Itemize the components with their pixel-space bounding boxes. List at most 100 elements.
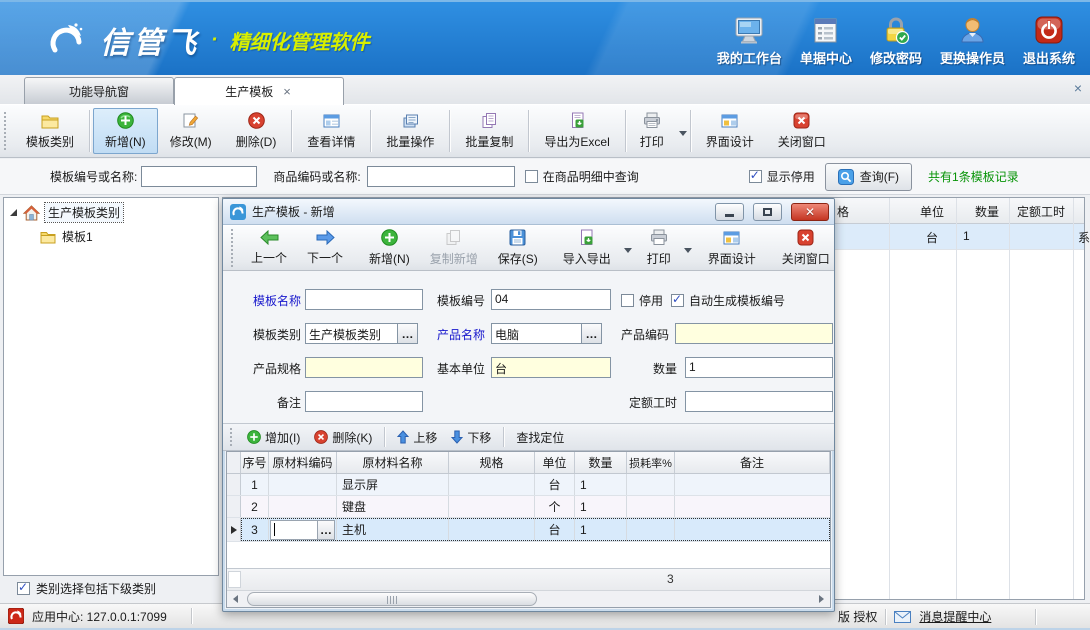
import-export-button[interactable]: 导入导出 [554,225,632,271]
switch-operator-button[interactable]: 更换操作员 [931,12,1014,75]
copy-new-button[interactable]: 复制新增 [420,225,488,271]
col-qty-header[interactable]: 数量 [975,203,999,220]
qty-input[interactable]: 1 [685,357,833,378]
autogen-checkbox[interactable] [671,294,684,307]
dialog-add-button[interactable]: 新增(N) [359,225,420,271]
note-column-header[interactable]: 备注 [675,452,830,473]
ui-design-button[interactable]: 界面设计 [694,108,766,154]
spec-column-header[interactable]: 规格 [449,452,535,473]
category-lookup-button[interactable]: … [397,323,418,344]
batch-copy-button[interactable]: 批量复制 [453,108,525,154]
exit-system-button[interactable]: 退出系统 [1014,12,1084,75]
product-search-input[interactable] [367,166,515,187]
dialog-close-window-button[interactable]: 关闭窗口 [772,225,835,271]
category-input[interactable]: 生产模板类别 [305,323,398,344]
material-row[interactable]: 2 键盘 个 1 [227,496,830,518]
copy-new-icon [445,229,462,246]
find-locate-button[interactable]: 查找定位 [510,427,570,448]
unit-column-header[interactable]: 单位 [535,452,575,473]
material-row[interactable]: 1 显示屏 台 1 [227,474,830,496]
print-button[interactable]: 打印 [629,108,687,154]
template-search-input[interactable] [141,166,257,187]
code-lookup-button[interactable]: … [317,521,334,539]
move-down-button[interactable]: 下移 [445,427,497,448]
search-in-detail-checkbox[interactable] [525,170,538,183]
product-lookup-button[interactable]: … [581,323,602,344]
product-name-input[interactable]: 电脑 [491,323,582,344]
previous-button[interactable]: 上一个 [241,225,297,271]
qty-column-header[interactable]: 数量 [575,452,627,473]
qty-cell: 1 [575,496,627,517]
stop-use-checkbox[interactable] [621,294,634,307]
document-center-button[interactable]: 单据中心 [791,12,861,75]
material-row-selected[interactable]: 3 … 主机 台 1 [227,518,830,542]
query-button[interactable]: 查询(F) [825,163,912,191]
tree-expander-icon[interactable] [10,209,17,216]
scrollbar-thumb[interactable] [247,592,537,606]
note-input[interactable] [305,391,423,412]
code-edit-input[interactable]: … [270,520,335,540]
col-unit-header[interactable]: 单位 [920,203,944,220]
tree-node-root[interactable]: 生产模板类别 [4,198,218,224]
dialog-ui-design-button[interactable]: 界面设计 [698,225,766,271]
message-center-link[interactable]: 消息提醒中心 [919,608,991,625]
show-disabled-checkbox[interactable] [749,170,762,183]
dialog-minimize-button[interactable] [715,203,744,221]
dialog-titlebar[interactable]: 生产模板 - 新增 ✕ [223,199,834,225]
batch-operation-button[interactable]: 批量操作 [374,108,446,154]
edit-button[interactable]: 修改(M) [158,108,224,154]
code-cell-editing[interactable]: … [269,518,337,541]
dialog-print-caret-icon[interactable] [684,248,692,253]
dialog-title: 生产模板 - 新增 [252,203,706,220]
move-up-button[interactable]: 上移 [391,427,443,448]
col-spec-header[interactable]: 格 [837,203,849,220]
product-code-input[interactable] [675,323,833,344]
product-spec-input[interactable] [305,357,423,378]
scroll-left-arrow-icon[interactable] [227,591,244,607]
view-detail-button[interactable]: 查看详情 [295,108,367,154]
change-password-button[interactable]: 修改密码 [861,12,931,75]
scrollbar-grip-icon [387,596,397,604]
seq-column-header[interactable]: 序号 [241,452,269,473]
grid-horizontal-scrollbar[interactable] [227,590,830,607]
loss-column-header[interactable]: 损耗率% [627,452,675,473]
dialog-close-button[interactable]: ✕ [791,203,829,221]
delete-button[interactable]: 删除(D) [224,108,289,154]
detail-delete-button[interactable]: 删除(K) [308,427,378,448]
toolbar-separator [291,110,292,152]
template-name-input[interactable] [305,289,423,310]
hours-input[interactable] [685,391,833,412]
close-window-button[interactable]: 关闭窗口 [766,108,838,154]
add-button[interactable]: 新增(N) [93,108,158,154]
statusbar-separator [885,609,886,625]
next-button[interactable]: 下一个 [297,225,353,271]
tab-close-icon[interactable]: × [281,85,293,98]
next-label: 下一个 [307,249,343,266]
export-excel-button[interactable]: 导出为Excel [532,108,621,154]
template-code-input[interactable]: 04 [491,289,611,310]
tree-node-template1[interactable]: 模板1 [4,224,218,245]
include-subcategory-checkbox[interactable] [17,582,30,595]
toolbar-separator [625,110,626,152]
template-category-button[interactable]: 模板类别 [14,108,86,154]
import-export-caret-icon[interactable] [624,248,632,253]
resize-grip-icon[interactable] [1077,614,1087,624]
dialog-maximize-button[interactable] [753,203,782,221]
delete-label: 删除(D) [236,133,277,150]
tab-production-template[interactable]: 生产模板 × [174,77,344,105]
print-dropdown-caret-icon[interactable] [679,131,687,136]
tab-function-nav[interactable]: 功能导航窗 [24,77,174,104]
material-code-column-header[interactable]: 原材料编码 [269,452,337,473]
material-name-column-header[interactable]: 原材料名称 [337,452,449,473]
detail-add-label: 增加(I) [265,429,300,446]
base-unit-input[interactable]: 台 [491,357,611,378]
col-hours-header[interactable]: 定额工时 [1017,203,1065,220]
toolbar-grip [230,428,232,446]
scroll-right-arrow-icon[interactable] [813,591,830,607]
stop-use-label: 停用 [639,292,663,309]
save-button[interactable]: 保存(S) [488,225,548,271]
my-workspace-button[interactable]: 我的工作台 [708,12,791,75]
detail-add-button[interactable]: 增加(I) [241,427,306,448]
dialog-print-button[interactable]: 打印 [638,225,692,271]
close-all-tabs-icon[interactable]: × [1074,81,1082,95]
